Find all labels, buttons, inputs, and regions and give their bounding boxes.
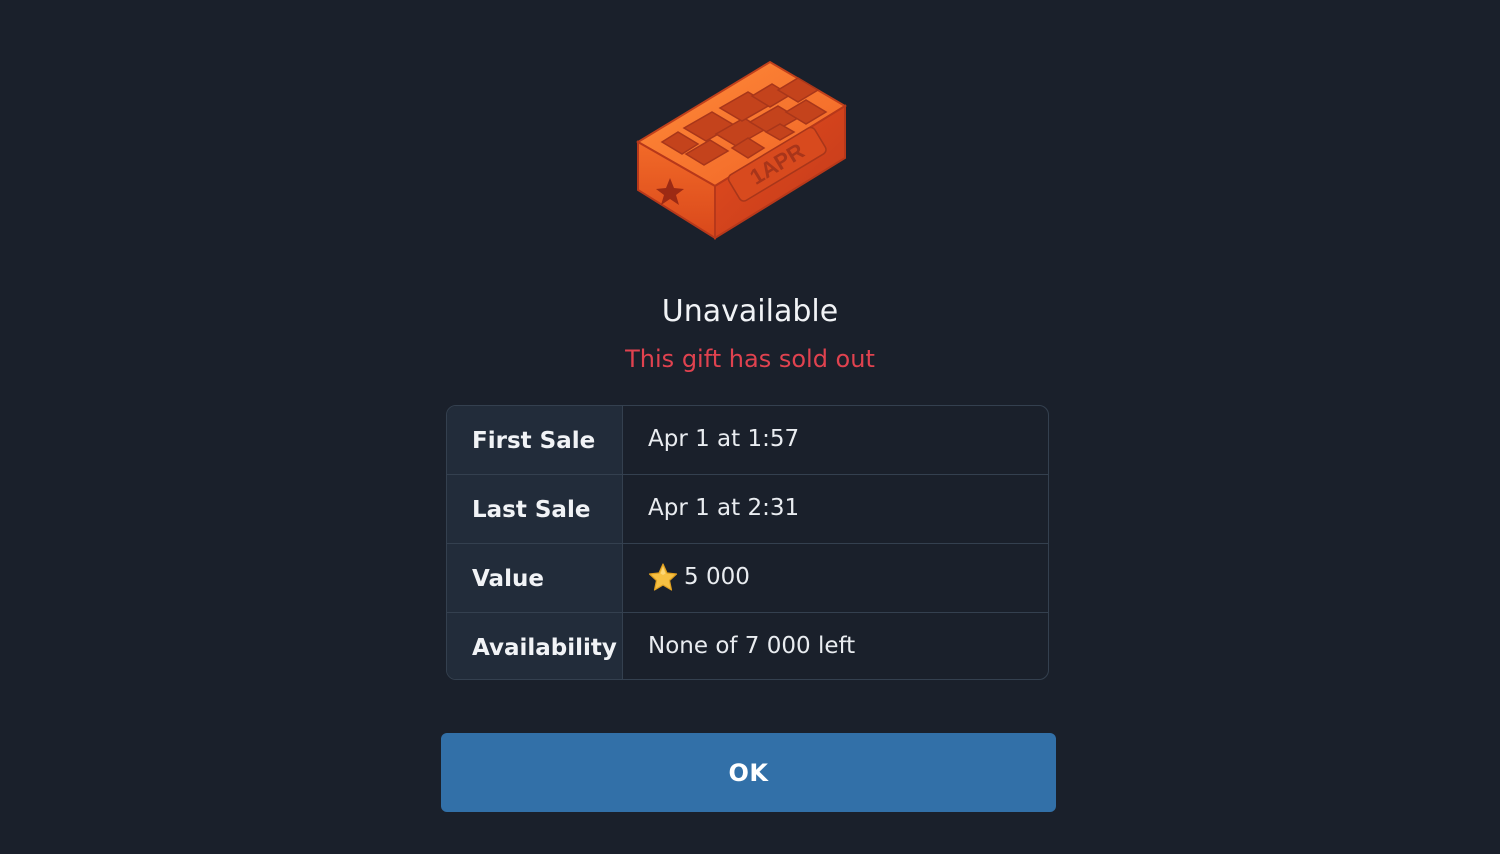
last-sale-label: Last Sale (447, 475, 623, 543)
brick-icon: 1APR (636, 60, 847, 240)
table-row-value: Value 5 000 (447, 544, 1048, 613)
table-row-last-sale: Last Sale Apr 1 at 2:31 (447, 475, 1048, 544)
ok-button[interactable]: OK (441, 733, 1056, 812)
gift-details-table: First Sale Apr 1 at 1:57 Last Sale Apr 1… (446, 405, 1049, 680)
sold-out-message: This gift has sold out (625, 345, 875, 373)
first-sale-label: First Sale (447, 406, 623, 474)
dialog-title: Unavailable (661, 294, 839, 329)
value-cell: 5 000 (623, 544, 1048, 612)
first-sale-value: Apr 1 at 1:57 (648, 426, 800, 452)
availability-label: Availability (447, 613, 623, 679)
availability-value: None of 7 000 left (648, 633, 856, 659)
star-icon (648, 563, 678, 591)
value-amount: 5 000 (684, 564, 750, 590)
gift-dialog: 1APR Unavailable This gift has sold out … (0, 0, 1500, 854)
value-label: Value (447, 544, 623, 612)
last-sale-value: Apr 1 at 2:31 (648, 495, 800, 521)
table-row-availability: Availability None of 7 000 left (447, 613, 1048, 679)
table-row-first-sale: First Sale Apr 1 at 1:57 (447, 406, 1048, 475)
